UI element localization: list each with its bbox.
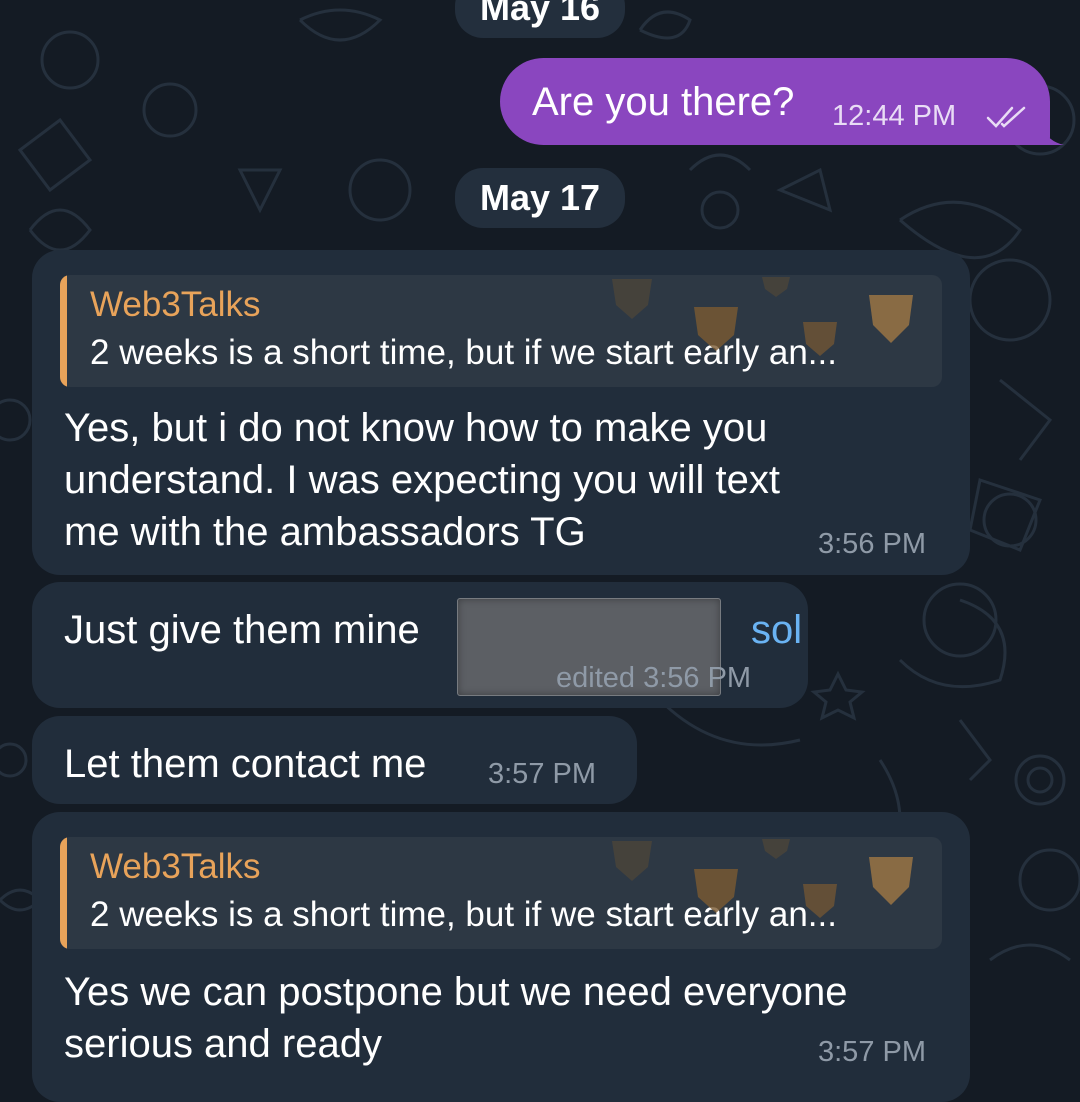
message-time: 3:56 PM [818,528,926,560]
autobot-badge-icon [869,295,913,343]
incoming-message-bubble[interactable]: Let them contact me 3:57 PM [32,716,637,804]
incoming-message-bubble[interactable]: Web3Talks 2 weeks is a short time, but i… [32,250,970,575]
message-time: 12:44 PM [832,100,957,132]
autobot-badge-icon [762,839,790,859]
autobot-badge-icon [694,869,738,913]
message-text-line: Yes, but i do not know how to make you [64,406,768,450]
message-edited-time: edited 3:56 PM [556,662,752,694]
autobot-badge-icon [762,277,790,297]
double-check-icon [986,104,1030,135]
message-time: 3:57 PM [818,1036,926,1068]
reply-author: Web3Talks [90,285,261,324]
autobot-badge-icon [694,307,738,351]
message-text-line: me with the ambassadors TG [64,510,586,554]
outgoing-message-bubble[interactable]: Are you there? 12:44 PM [500,58,1050,145]
message-text-line: Yes we can postpone but we need everyone [64,970,848,1014]
message-text-line: understand. I was expecting you will tex… [64,458,780,502]
date-label: May 17 [479,177,601,218]
autobot-badge-icon [869,857,913,905]
incoming-message-bubble[interactable]: Just give them mine sol edited 3:56 PM [32,582,808,708]
reply-quote[interactable]: Web3Talks 2 weeks is a short time, but i… [60,837,942,949]
date-label: May 16 [479,0,601,28]
date-separator-may-17: May 17 [455,168,625,228]
date-separator-may-16: May 16 [455,0,625,38]
message-text: Just give them mine [64,608,420,652]
bubble-tail [1040,123,1066,150]
wallet-link-suffix[interactable]: sol [751,604,802,656]
message-text: Are you there? [532,80,795,124]
reply-accent-bar [60,837,67,949]
reply-quote[interactable]: Web3Talks 2 weeks is a short time, but i… [60,275,942,387]
autobot-badge-icon [612,279,652,319]
autobot-badge-icon [803,884,837,918]
message-text: Let them contact me [64,742,427,786]
reply-author: Web3Talks [90,847,261,886]
autobot-badge-icon [803,322,837,356]
message-time: 3:57 PM [488,758,596,790]
message-text-line: serious and ready [64,1022,382,1066]
autobot-badge-icon [612,841,652,881]
reply-accent-bar [60,275,67,387]
incoming-message-bubble[interactable]: Web3Talks 2 weeks is a short time, but i… [32,812,970,1102]
